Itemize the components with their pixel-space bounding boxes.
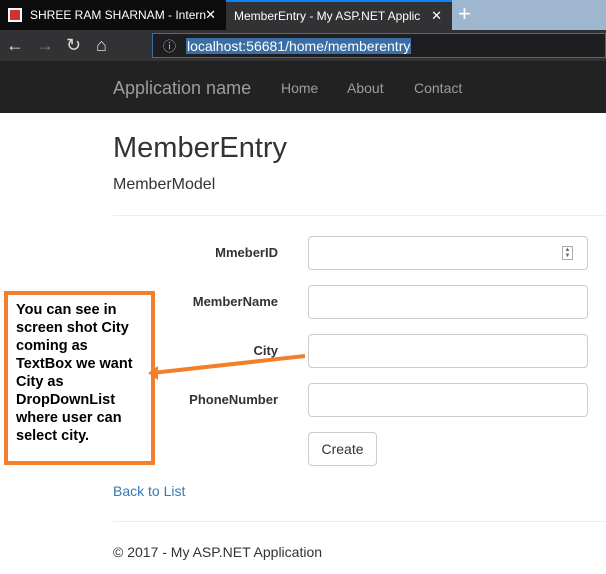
annotation-arrow (148, 354, 306, 380)
